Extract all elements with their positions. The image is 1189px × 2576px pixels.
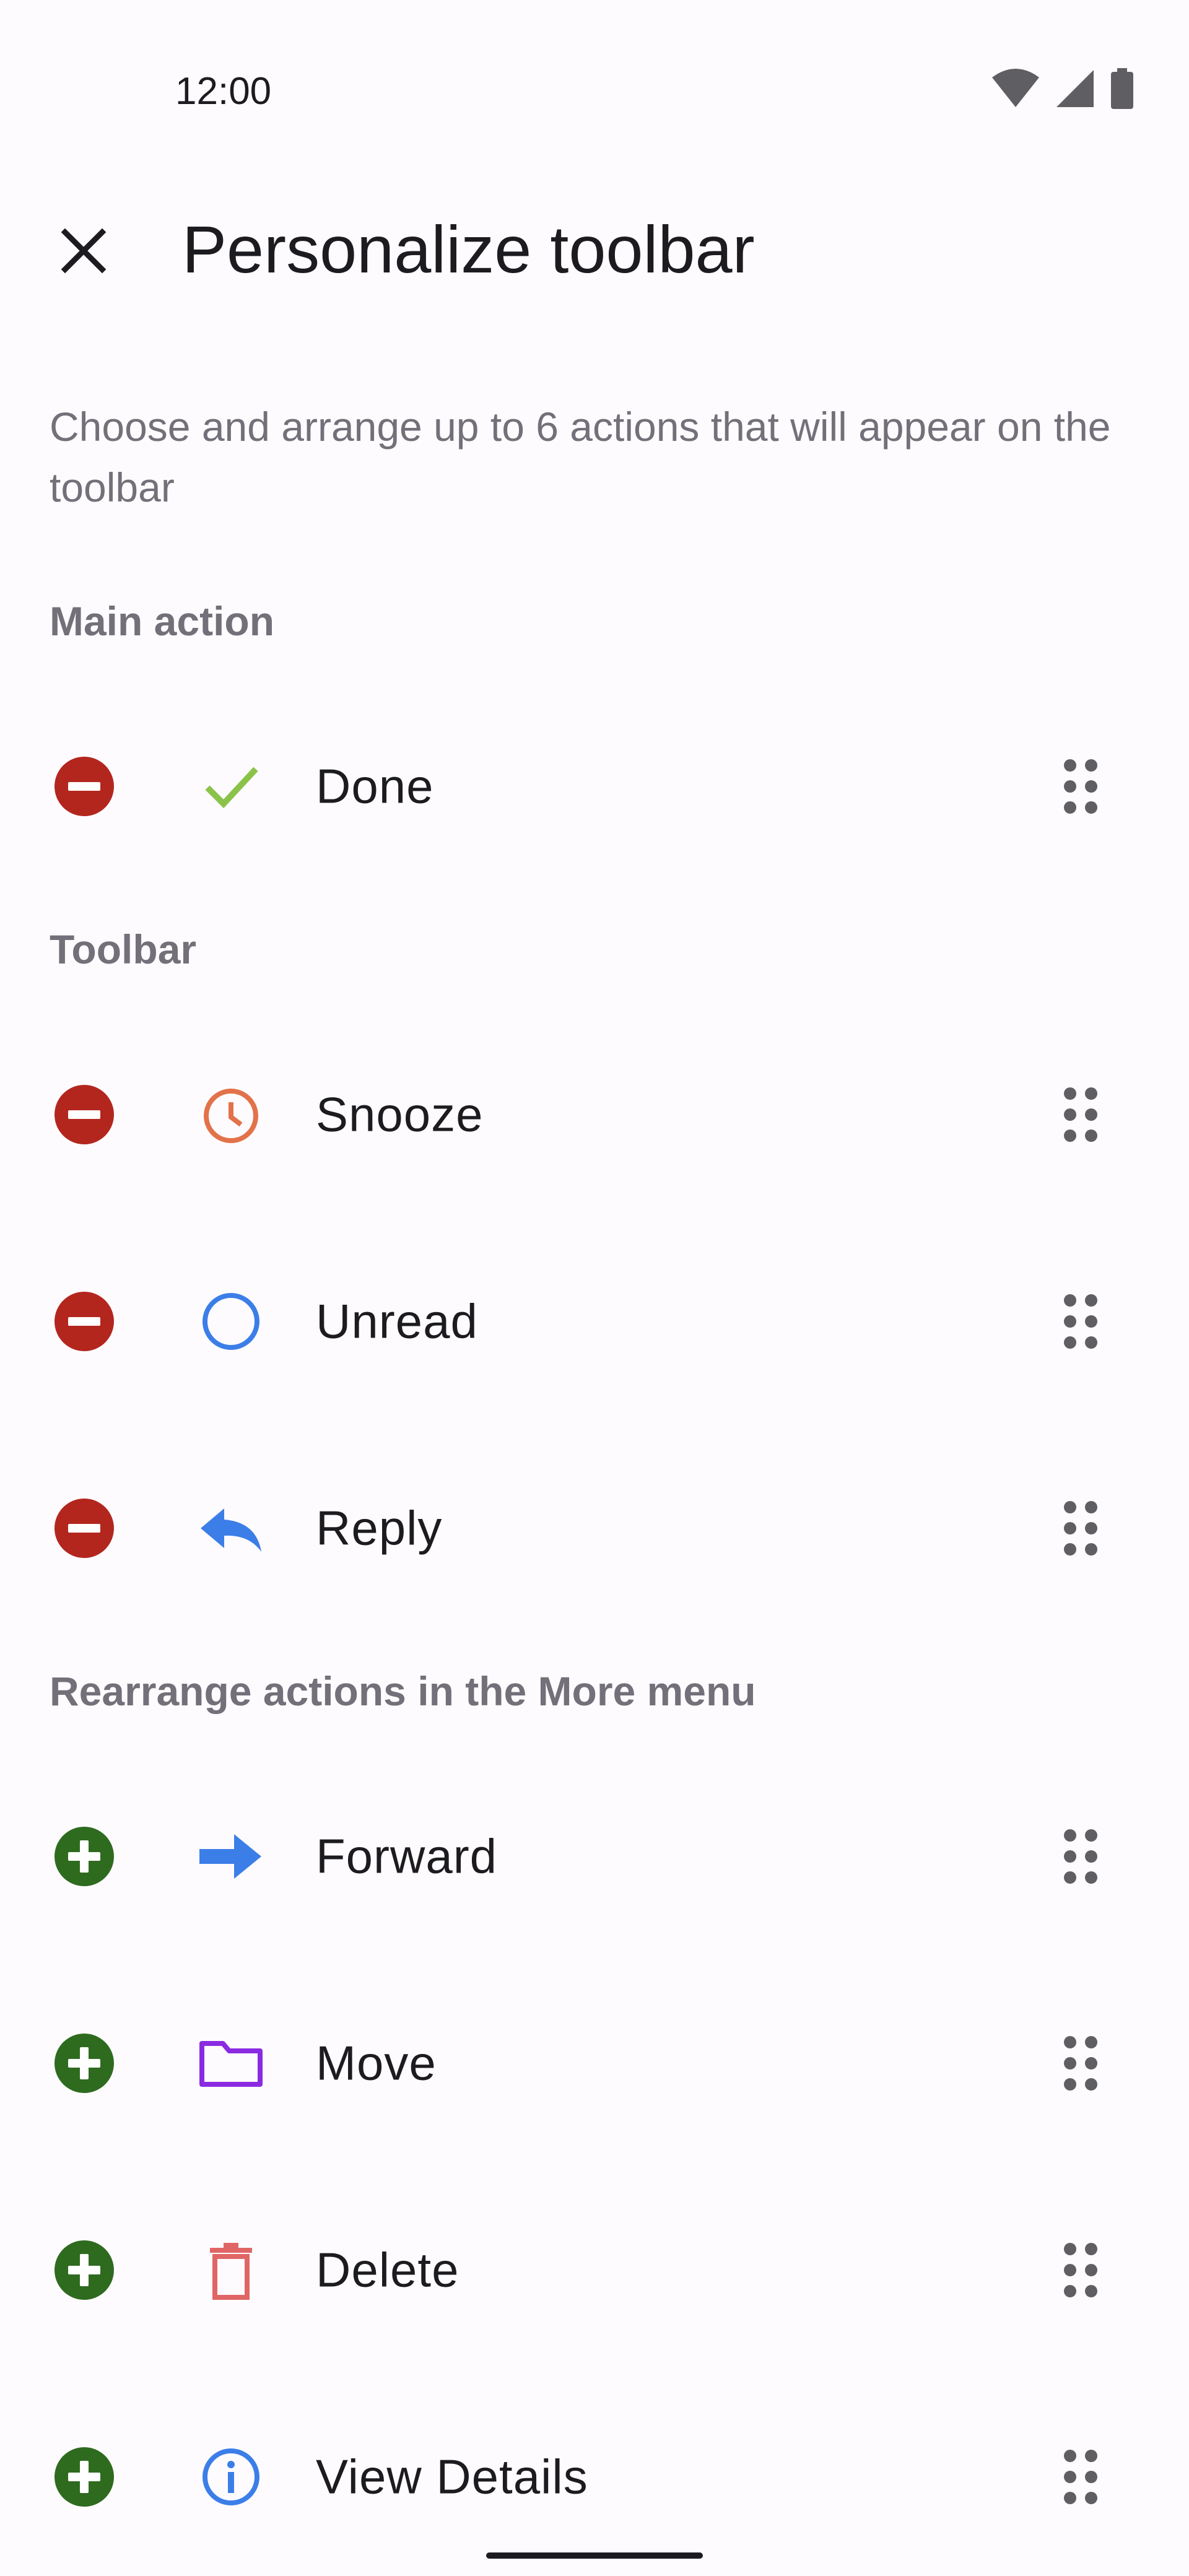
action-label: Reply: [316, 1500, 443, 1556]
action-label: Move: [316, 2035, 437, 2091]
clock-icon: [197, 1081, 265, 1149]
add-icon[interactable]: [53, 1825, 115, 1887]
drag-handle-icon[interactable]: [1059, 755, 1102, 817]
action-row-done: Done: [0, 724, 1189, 848]
navigation-handle[interactable]: [486, 2552, 703, 2559]
close-button[interactable]: [50, 217, 118, 285]
action-label: Forward: [316, 1829, 498, 1884]
forward-arrow-icon: [197, 1822, 265, 1891]
action-row-snooze: Snooze: [0, 1053, 1189, 1177]
action-label: Unread: [316, 1294, 478, 1349]
circle-icon: [197, 1287, 265, 1355]
info-icon: [197, 2443, 265, 2511]
drag-handle-icon[interactable]: [1059, 1825, 1102, 1887]
drag-handle-icon[interactable]: [1059, 2446, 1102, 2508]
drag-handle-icon[interactable]: [1059, 1290, 1102, 1352]
section-header-main-action: Main action: [50, 598, 275, 644]
action-row-view-details: View Details: [0, 2415, 1189, 2539]
wifi-icon: [992, 69, 1039, 107]
status-icons: [991, 68, 1135, 109]
trash-icon: [197, 2236, 265, 2304]
section-header-more-menu: Rearrange actions in the More menu: [50, 1668, 756, 1714]
status-bar: 12:00: [0, 0, 1189, 113]
reply-icon: [197, 1494, 265, 1562]
page-title: Personalize toolbar: [182, 212, 755, 287]
app-bar: Personalize toolbar: [0, 192, 1189, 303]
description-text: Choose and arrange up to 6 actions that …: [50, 404, 1111, 510]
signal-icon: [1056, 70, 1094, 107]
drag-handle-icon[interactable]: [1059, 1084, 1102, 1146]
remove-icon[interactable]: [53, 755, 115, 817]
close-icon: [61, 228, 107, 274]
action-row-reply: Reply: [0, 1466, 1189, 1590]
status-time: 12:00: [175, 70, 272, 113]
drag-handle-icon[interactable]: [1059, 1497, 1102, 1559]
add-icon[interactable]: [53, 2239, 115, 2301]
add-icon[interactable]: [53, 2032, 115, 2094]
drag-handle-icon[interactable]: [1059, 2032, 1102, 2094]
remove-icon[interactable]: [53, 1084, 115, 1146]
drag-handle-icon[interactable]: [1059, 2239, 1102, 2301]
action-row-move: Move: [0, 2001, 1189, 2125]
action-row-delete: Delete: [0, 2208, 1189, 2332]
check-icon: [197, 752, 265, 820]
remove-icon[interactable]: [53, 1497, 115, 1559]
remove-icon[interactable]: [53, 1290, 115, 1352]
battery-icon: [1111, 68, 1133, 109]
folder-icon: [197, 2029, 265, 2097]
action-label: Done: [316, 759, 434, 814]
action-label: Snooze: [316, 1087, 484, 1142]
action-label: View Details: [316, 2449, 588, 2504]
section-header-toolbar: Toolbar: [50, 926, 197, 972]
action-row-unread: Unread: [0, 1260, 1189, 1383]
action-row-forward: Forward: [0, 1795, 1189, 1918]
add-icon[interactable]: [53, 2446, 115, 2508]
action-label: Delete: [316, 2242, 459, 2297]
